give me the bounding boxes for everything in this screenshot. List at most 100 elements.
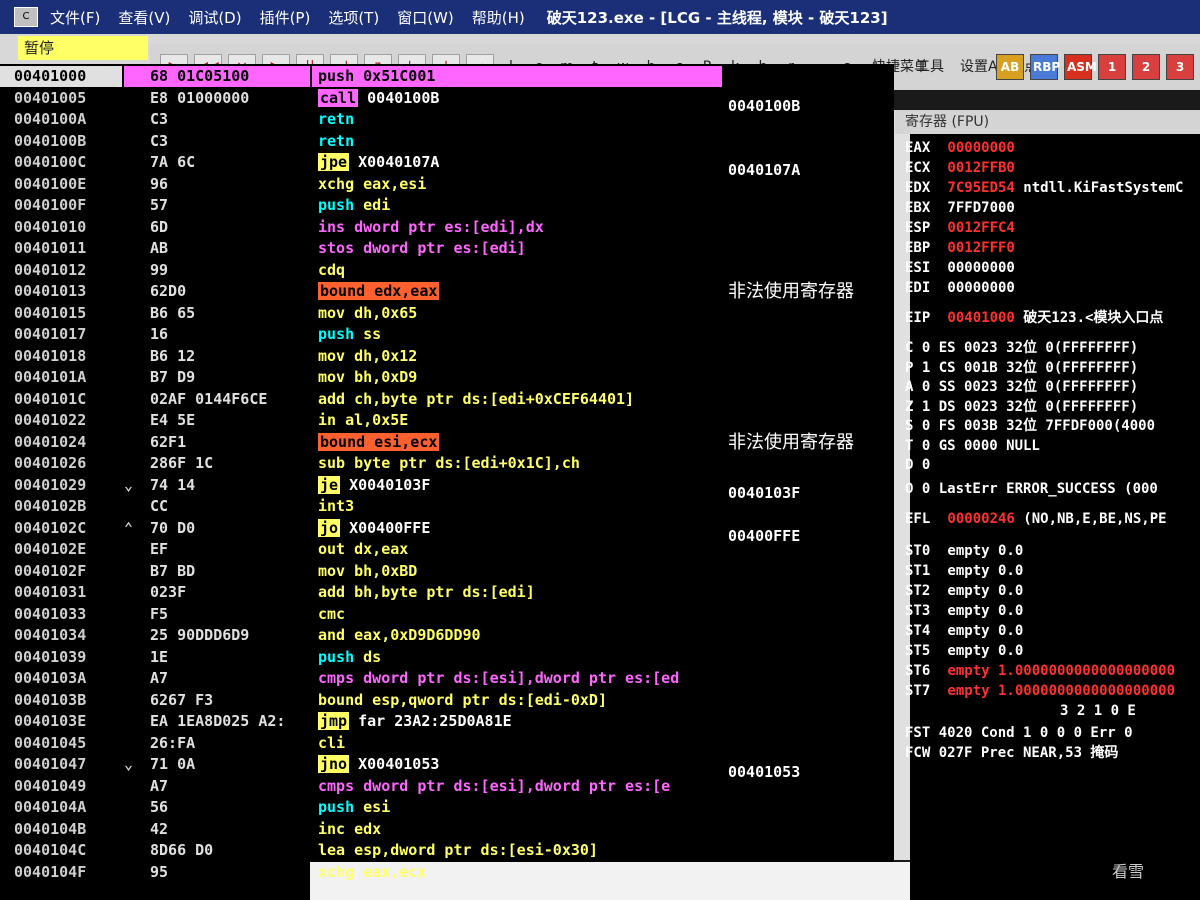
register-row[interactable]: ST0 empty 0.0 xyxy=(905,541,1023,561)
flag-row[interactable]: A 0 SS 0023 32位 0(FFFFFFFF) xyxy=(905,377,1138,397)
listing-address[interactable]: 00401039 xyxy=(0,647,122,668)
menu-file[interactable]: 文件(F) xyxy=(50,7,100,28)
listing-address[interactable]: 0040103E xyxy=(0,711,122,732)
register-row[interactable]: EIP 00401000 破天123.<模块入口点 xyxy=(905,308,1163,328)
listing-hex[interactable]: A7 xyxy=(124,668,310,689)
menu-window[interactable]: 窗口(W) xyxy=(397,7,454,28)
toolbar-menu-1[interactable]: 工具 xyxy=(908,55,946,79)
register-row[interactable]: ST1 empty 0.0 xyxy=(905,561,1023,581)
listing-instruction[interactable]: ins dword ptr es:[edi],dx xyxy=(312,217,722,238)
listing-hex[interactable]: C3 xyxy=(124,131,310,152)
listing-address[interactable]: 00401012 xyxy=(0,260,122,281)
fpu-status-row[interactable]: FCW 027F Prec NEAR,53 掩码 xyxy=(905,743,1118,763)
listing-hex[interactable]: 99 xyxy=(124,260,310,281)
listing-address[interactable]: 00401031 xyxy=(0,582,122,603)
fpu-status-row[interactable]: FST 4020 Cond 1 0 0 0 Err 0 xyxy=(905,723,1133,743)
listing-instruction[interactable]: inc edx xyxy=(312,819,722,840)
listing-hex[interactable]: ⌄ 71 0A xyxy=(124,754,310,775)
listing-instruction[interactable]: jpe X0040107A xyxy=(312,152,722,173)
listing-instruction[interactable]: bound esp,qword ptr ds:[edi-0xD] xyxy=(312,690,722,711)
listing-instruction[interactable]: jno X00401053 xyxy=(312,754,722,775)
listing-hex[interactable]: C3 xyxy=(124,109,310,130)
listing-instruction[interactable]: add bh,byte ptr ds:[edi] xyxy=(312,582,722,603)
register-row[interactable]: EBP 0012FFF0 xyxy=(905,238,1015,258)
register-row[interactable]: EFL 00000246 (NO,NB,E,BE,NS,PE xyxy=(905,509,1167,529)
register-row[interactable]: ST5 empty 0.0 xyxy=(905,641,1023,661)
listing-hex[interactable]: E4 5E xyxy=(124,410,310,431)
listing-address[interactable]: 0040104F xyxy=(0,862,122,883)
register-row[interactable]: ST7 empty 1.0000000000000000000 xyxy=(905,681,1175,701)
listing-instruction[interactable]: mov bh,0xD9 xyxy=(312,367,722,388)
listing-hex[interactable]: 62F1 xyxy=(124,432,310,453)
toolbar-extra-2[interactable]: ASM xyxy=(1064,54,1097,80)
listing-instruction[interactable]: lea esp,dword ptr ds:[esi-0x30] xyxy=(312,840,722,861)
listing-address[interactable]: 00401045 xyxy=(0,733,122,754)
toolbar-menu-2[interactable]: 设置API断点 xyxy=(952,55,1038,79)
listing-hex[interactable]: 26:FA xyxy=(124,733,310,754)
register-row[interactable]: ST6 empty 1.0000000000000000000 xyxy=(905,661,1175,681)
listing-instruction[interactable]: jo X00400FFE xyxy=(312,518,722,539)
listing-hex[interactable]: 62D0 xyxy=(124,281,310,302)
listing-instruction[interactable]: add ch,byte ptr ds:[edi+0xCEF64401] xyxy=(312,389,722,410)
listing-instruction[interactable]: stos dword ptr es:[edi] xyxy=(312,238,722,259)
listing-hex[interactable]: 8D66 D0 xyxy=(124,840,310,861)
listing-instruction[interactable]: cdq xyxy=(312,260,722,281)
listing-address[interactable]: 0040102F xyxy=(0,561,122,582)
listing-instruction[interactable]: xchg eax,ecx xyxy=(312,862,722,883)
flag-row[interactable]: S 0 FS 003B 32位 7FFDF000(4000 xyxy=(905,416,1155,436)
listing-instruction[interactable]: cmps dword ptr ds:[esi],dword ptr es:[ed xyxy=(312,668,722,689)
toolbar-extra-0[interactable]: AB xyxy=(996,54,1024,80)
listing-address[interactable]: 00401029 xyxy=(0,475,122,496)
register-row[interactable]: ST4 empty 0.0 xyxy=(905,621,1023,641)
listing-hex[interactable]: 023F xyxy=(124,582,310,603)
listing-instruction[interactable]: cli xyxy=(312,733,722,754)
listing-address[interactable]: 0040101C xyxy=(0,389,122,410)
listing-address[interactable]: 00401026 xyxy=(0,453,122,474)
toolbar-extra-3[interactable]: 1 xyxy=(1098,54,1126,80)
menu-options[interactable]: 选项(T) xyxy=(328,7,379,28)
listing-instruction[interactable]: push 0x51C001 xyxy=(312,66,722,87)
listing-instruction[interactable]: mov bh,0xBD xyxy=(312,561,722,582)
listing-address[interactable]: 0040100A xyxy=(0,109,122,130)
listing-address[interactable]: 00401013 xyxy=(0,281,122,302)
listing-address[interactable]: 0040104B xyxy=(0,819,122,840)
listing-instruction[interactable]: call 0040100B xyxy=(312,88,722,109)
listing-hex[interactable]: 56 xyxy=(124,797,310,818)
toolbar-extra-4[interactable]: 2 xyxy=(1132,54,1160,80)
listing-address[interactable]: 0040100E xyxy=(0,174,122,195)
flag-row[interactable]: P 1 CS 001B 32位 0(FFFFFFFF) xyxy=(905,358,1138,378)
listing-hex[interactable]: 16 xyxy=(124,324,310,345)
flag-row[interactable]: D 0 xyxy=(905,455,930,475)
listing-address[interactable]: 0040102C xyxy=(0,518,122,539)
listing-address[interactable]: 0040100F xyxy=(0,195,122,216)
listing-instruction[interactable]: bound edx,eax xyxy=(312,281,722,302)
toolbar-extra-5[interactable]: 3 xyxy=(1166,54,1194,80)
register-row[interactable]: ESI 00000000 xyxy=(905,258,1015,278)
listing-instruction[interactable]: jmp far 23A2:25D0A81E xyxy=(312,711,722,732)
listing-instruction[interactable]: retn xyxy=(312,131,722,152)
listing-address[interactable]: 00401015 xyxy=(0,303,122,324)
listing-hex[interactable]: 6D xyxy=(124,217,310,238)
listing-hex[interactable]: B6 65 xyxy=(124,303,310,324)
flag-row[interactable]: O 0 LastErr ERROR_SUCCESS (000 xyxy=(905,479,1158,499)
listing-hex[interactable]: 96 xyxy=(124,174,310,195)
listing-hex[interactable]: 42 xyxy=(124,819,310,840)
menu-help[interactable]: 帮助(H) xyxy=(472,7,525,28)
listing-hex[interactable]: 95 xyxy=(124,862,310,883)
listing-instruction[interactable]: xchg eax,esi xyxy=(312,174,722,195)
listing-hex[interactable]: ⌄ 74 14 xyxy=(124,475,310,496)
listing-instruction[interactable]: push edi xyxy=(312,195,722,216)
listing-hex[interactable]: EA 1EA8D025 A2: xyxy=(124,711,310,732)
listing-address[interactable]: 00401049 xyxy=(0,776,122,797)
listing-hex[interactable]: 286F 1C xyxy=(124,453,310,474)
listing-instruction[interactable]: je X0040103F xyxy=(312,475,722,496)
listing-hex[interactable]: CC xyxy=(124,496,310,517)
flag-row[interactable]: Z 1 DS 0023 32位 0(FFFFFFFF) xyxy=(905,397,1138,417)
listing-hex[interactable]: F5 xyxy=(124,604,310,625)
menu-view[interactable]: 查看(V) xyxy=(118,7,170,28)
listing-instruction[interactable]: cmc xyxy=(312,604,722,625)
register-row[interactable]: ST2 empty 0.0 xyxy=(905,581,1023,601)
listing-hex[interactable]: 6267 F3 xyxy=(124,690,310,711)
listing-address[interactable]: 0040100B xyxy=(0,131,122,152)
listing-hex[interactable]: A7 xyxy=(124,776,310,797)
